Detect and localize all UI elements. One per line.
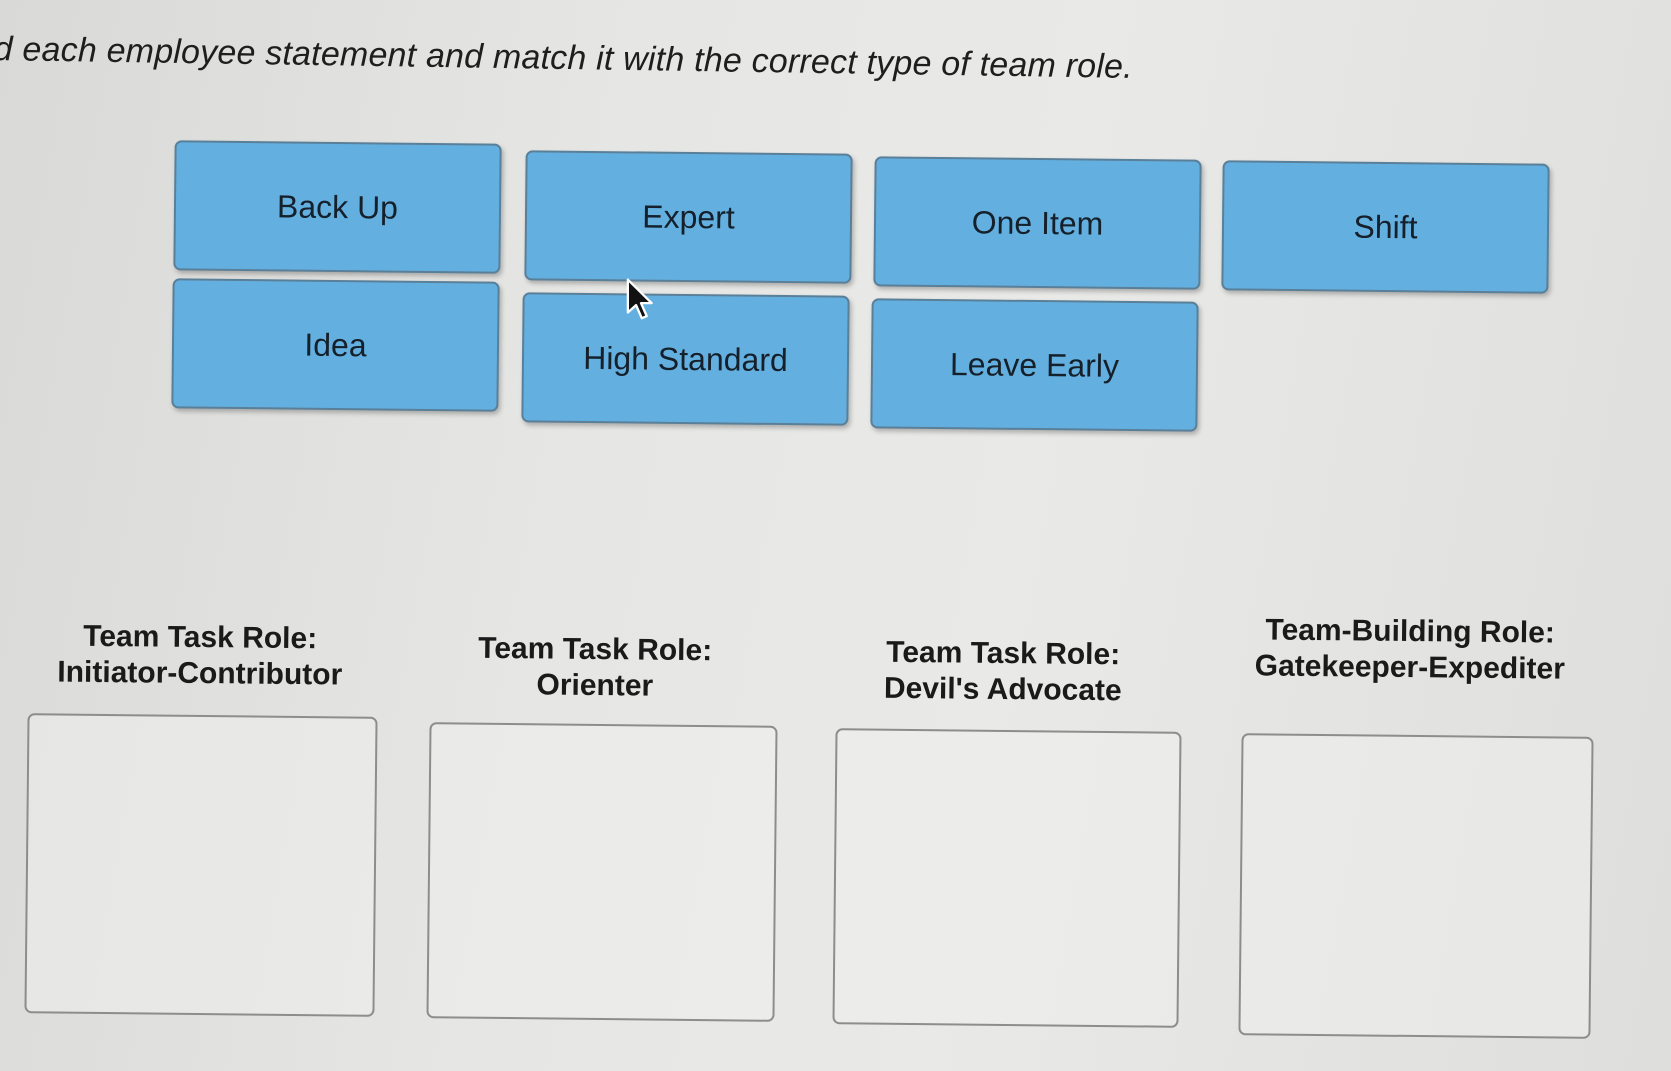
instruction-text: d each employee statement and match it w… — [0, 30, 1134, 86]
zone-label-line2: Gatekeeper-Expediter — [1254, 649, 1566, 686]
zone-label-line1: Team-Building Role: — [1265, 613, 1556, 650]
zone-label-orienter: Team Task Role: Orienter — [478, 631, 713, 705]
dropzone-devils-advocate[interactable] — [832, 728, 1182, 1028]
zone-label-initiator-contributor: Team Task Role: Initiator-Contributor — [57, 619, 343, 694]
zone-label-gatekeeper-expediter: Team-Building Role: Gatekeeper-Expediter — [1255, 612, 1566, 687]
dropzone-orienter[interactable] — [426, 722, 778, 1022]
zone-label-devils-advocate: Team Task Role: Devil's Advocate — [884, 635, 1123, 709]
tile-one-item[interactable]: One Item — [873, 156, 1202, 290]
tile-back-up[interactable]: Back Up — [173, 140, 502, 274]
zone-label-line2: Orienter — [536, 668, 654, 703]
zone-label-line1: Team Task Role: — [83, 619, 318, 656]
mouse-cursor-icon — [626, 278, 653, 320]
dropzone-initiator-contributor[interactable] — [24, 713, 378, 1017]
zone-label-line1: Team Task Role: — [478, 631, 713, 668]
zone-label-line1: Team Task Role: — [886, 635, 1121, 672]
tile-idea[interactable]: Idea — [171, 278, 500, 412]
tile-high-standard[interactable]: High Standard — [521, 292, 850, 426]
dropzone-gatekeeper-expediter[interactable] — [1238, 733, 1594, 1039]
tile-leave-early[interactable]: Leave Early — [870, 298, 1199, 432]
zone-label-line2: Devil's Advocate — [883, 671, 1122, 708]
tile-shift[interactable]: Shift — [1221, 160, 1550, 294]
zone-label-line2: Initiator-Contributor — [57, 655, 343, 692]
tile-expert[interactable]: Expert — [524, 150, 853, 284]
